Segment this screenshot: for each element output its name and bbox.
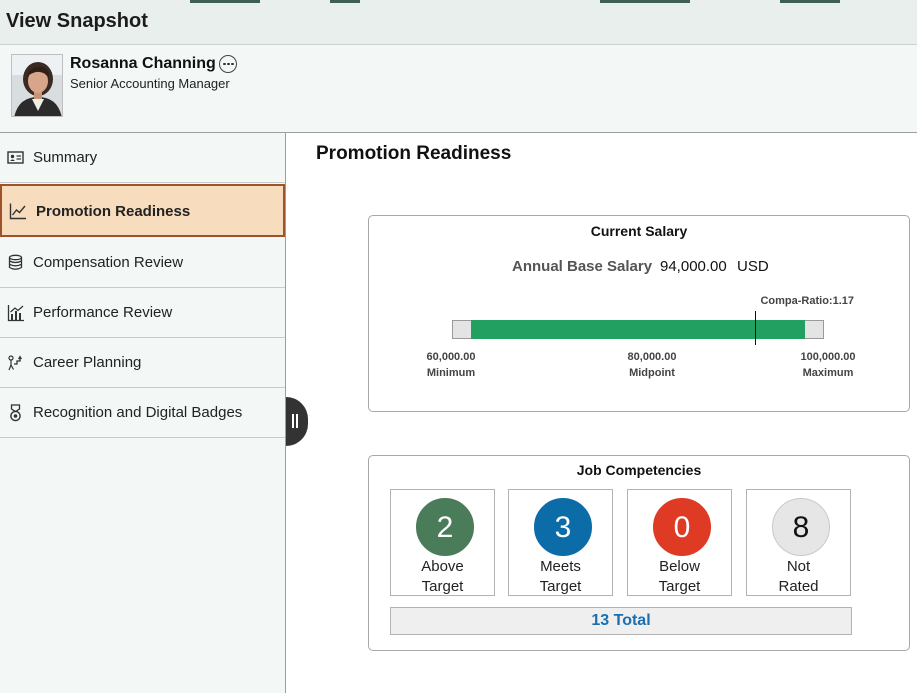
- competency-label-line: Target: [539, 578, 582, 595]
- sidebar-item-label: Promotion Readiness: [36, 203, 191, 220]
- competency-label-line: Target: [658, 578, 701, 595]
- competency-below-target[interactable]: 0 Below Target: [627, 489, 732, 596]
- competency-above-target[interactable]: 2 Above Target: [390, 489, 495, 596]
- competency-label: Not Rated: [747, 557, 850, 597]
- range-maximum-value: 100,000.00: [800, 351, 856, 363]
- sidebar-collapse-handle[interactable]: [286, 397, 308, 446]
- competency-label-line: Above: [421, 558, 464, 575]
- competency-label-line: Target: [421, 578, 464, 595]
- sidebar-item-label: Compensation Review: [33, 254, 184, 271]
- page-title: View Snapshot: [6, 10, 148, 32]
- competency-label: Below Target: [628, 557, 731, 597]
- competency-count-circle: 3: [534, 498, 592, 556]
- annual-base-salary-value: 94,000.00: [660, 258, 727, 275]
- top-accent-strip: [0, 0, 917, 3]
- competency-label-line: Meets: [540, 558, 581, 575]
- competency-label-line: Below: [659, 558, 700, 575]
- competency-count-circle: 0: [653, 498, 711, 556]
- medal-icon: [7, 404, 25, 422]
- competency-label-line: Not: [786, 558, 811, 575]
- range-midpoint-label: Midpoint: [629, 367, 675, 379]
- employee-name[interactable]: Rosanna Channing: [70, 55, 216, 73]
- sidebar-item-label: Performance Review: [33, 304, 173, 321]
- competency-label-line: Rated: [778, 578, 819, 595]
- competency-count-circle: 2: [416, 498, 474, 556]
- range-minimum-label: Minimum: [426, 367, 476, 379]
- coin-stack-icon: [7, 254, 25, 272]
- annual-base-salary-label: Annual Base Salary: [512, 258, 653, 275]
- range-midpoint-value: 80,000.00: [627, 351, 677, 363]
- competency-count-circle: 8: [772, 498, 830, 556]
- range-minimum: 60,000.00 Minimum: [416, 349, 486, 381]
- range-midpoint: 80,000.00 Midpoint: [617, 349, 687, 381]
- competency-meets-target[interactable]: 3 Meets Target: [508, 489, 613, 596]
- line-chart-icon: [9, 202, 27, 220]
- job-competencies-card: Job Competencies 2 Above Target 3 Meets …: [368, 455, 910, 651]
- sidebar-item-performance-review[interactable]: Performance Review: [0, 288, 285, 338]
- range-maximum-label: Maximum: [802, 367, 854, 379]
- sidebar-item-recognition-badges[interactable]: Recognition and Digital Badges: [0, 388, 285, 438]
- range-maximum: 100,000.00 Maximum: [793, 349, 863, 381]
- competencies-total[interactable]: 13 Total: [390, 607, 852, 635]
- sidebar-nav: Summary Promotion Readiness Compensation…: [0, 133, 286, 693]
- sidebar-item-compensation-review[interactable]: Compensation Review: [0, 238, 285, 288]
- card-title: Job Competencies: [576, 462, 702, 478]
- sidebar-item-label: Summary: [33, 149, 98, 166]
- salary-currency: USD: [737, 258, 769, 275]
- sidebar-item-label: Career Planning: [33, 354, 142, 371]
- sidebar-item-summary[interactable]: Summary: [0, 133, 285, 183]
- range-minimum-value: 60,000.00: [426, 351, 476, 363]
- competency-not-rated[interactable]: 8 Not Rated: [746, 489, 851, 596]
- sidebar-item-label: Recognition and Digital Badges: [33, 404, 243, 421]
- employee-photo: [11, 54, 63, 117]
- section-title: Promotion Readiness: [316, 143, 512, 164]
- current-salary-card: Current Salary Annual Base Salary 94,000…: [368, 215, 910, 412]
- bar-chart-icon: [7, 304, 25, 322]
- current-salary-marker: [754, 311, 757, 345]
- career-steps-icon: [7, 354, 25, 372]
- id-card-icon: [7, 149, 25, 167]
- salary-range-bar: [452, 320, 824, 339]
- employee-job-title: Senior Accounting Manager: [70, 76, 230, 91]
- card-title: Current Salary: [590, 223, 688, 239]
- sidebar-item-career-planning[interactable]: Career Planning: [0, 338, 285, 388]
- compa-ratio: Compa-Ratio:1.17: [760, 295, 854, 307]
- sidebar-item-promotion-readiness[interactable]: Promotion Readiness: [0, 184, 285, 237]
- employee-header: Rosanna Channing Senior Accounting Manag…: [0, 45, 917, 133]
- more-options-icon[interactable]: [219, 55, 237, 73]
- title-bar: View Snapshot: [0, 0, 917, 45]
- competency-label: Above Target: [391, 557, 494, 597]
- competency-label: Meets Target: [509, 557, 612, 597]
